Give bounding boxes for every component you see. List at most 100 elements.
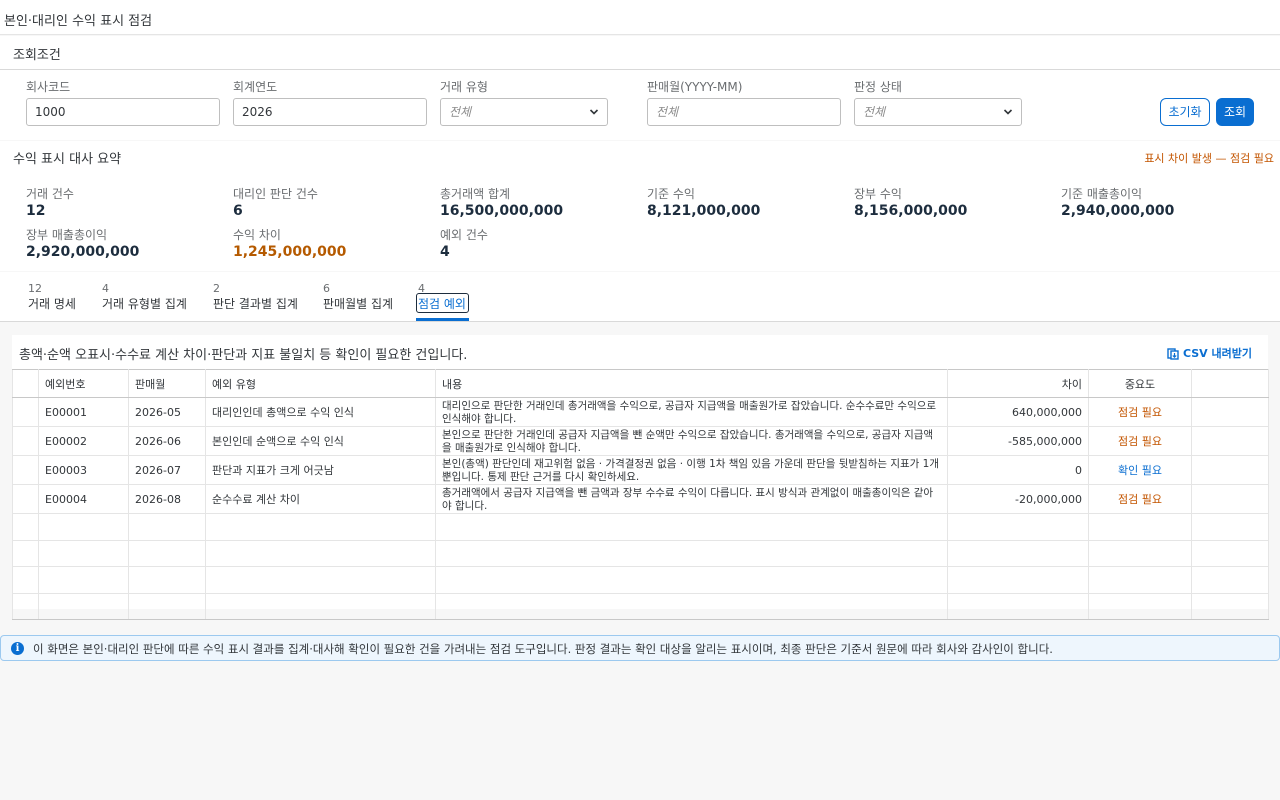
cell-filler — [1191, 455, 1269, 485]
cell-month: 2026-08 — [128, 484, 206, 514]
sale-month-field: 판매월(YYYY-MM) 전체 — [647, 78, 841, 126]
cell-type: 판단과 지표가 크게 어긋남 — [205, 455, 436, 485]
table-row[interactable]: E00004 2026-08 순수수료 계산 차이 총거래액에서 공급자 지급액… — [12, 484, 1269, 514]
filter-panel: 조회조건 회사코드 1000 회계연도 2026 거래 유형 전체 판매월(YY… — [0, 36, 1280, 140]
column-header-id[interactable]: 예외번호 — [38, 369, 129, 398]
verdict-status-value: 전체 — [863, 105, 886, 119]
kpi-label: 기준 매출총이익 — [1061, 187, 1143, 201]
kpi-value: 2,940,000,000 — [1061, 203, 1175, 219]
info-message-text: 이 화면은 본인·대리인 판단에 따른 수익 표시 결과를 집계·대사해 확인이… — [33, 642, 1053, 656]
summary-panel: 수익 표시 대사 요약 표시 차이 발생 — 점검 필요 거래 건수 12 대리… — [0, 141, 1280, 271]
tab-focus-ring — [416, 293, 469, 313]
kpi-agent-count: 대리인 판단 건수 6 — [233, 185, 318, 219]
kpi-deal-count: 거래 건수 12 — [26, 185, 74, 219]
column-header-severity[interactable]: 중요도 — [1088, 369, 1192, 398]
column-header-type[interactable]: 예외 유형 — [205, 369, 436, 398]
csv-download-label: CSV 내려받기 — [1182, 347, 1252, 360]
download-icon — [1167, 348, 1179, 360]
kpi-gross-total: 총거래액 합계 16,500,000,000 — [440, 185, 563, 219]
tab-bar: 12 거래 명세 4 거래 유형별 집계 2 판단 결과별 집계 6 판매월별 … — [0, 272, 1280, 322]
kpi-revenue-diff: 수익 차이 1,245,000,000 — [233, 226, 346, 260]
cell-type: 대리인인데 총액으로 수익 인식 — [205, 397, 436, 427]
tab-verdict-summary[interactable]: 2 판단 결과별 집계 — [213, 282, 298, 312]
tab-deal-type-summary[interactable]: 4 거래 유형별 집계 — [102, 282, 187, 312]
kpi-label: 거래 건수 — [26, 187, 74, 201]
row-selector[interactable] — [12, 484, 39, 514]
cell-filler — [1191, 397, 1269, 427]
exceptions-title: 총액·순액 오표시·수수료 계산 차이·판단과 지표 불일치 등 확인이 필요한… — [19, 348, 468, 363]
summary-warning: 표시 차이 발생 — 점검 필요 — [1144, 152, 1274, 165]
row-selector[interactable] — [12, 426, 39, 456]
filler-column-header — [1191, 369, 1269, 398]
cell-type: 본인인데 순액으로 수익 인식 — [205, 426, 436, 456]
kpi-label: 장부 수익 — [854, 187, 902, 201]
cell-filler — [1191, 426, 1269, 456]
select-column-header[interactable] — [12, 369, 39, 398]
tab-count: 12 — [28, 282, 42, 295]
exceptions-section: 총액·순액 오표시·수수료 계산 차이·판단과 지표 불일치 등 확인이 필요한… — [0, 323, 1280, 623]
tab-deal-details[interactable]: 12 거래 명세 — [28, 282, 76, 312]
cell-type: 순수수료 계산 차이 — [205, 484, 436, 514]
kpi-label: 예외 건수 — [440, 228, 488, 242]
empty-row — [12, 593, 1269, 620]
cell-id: E00004 — [38, 484, 129, 514]
cell-id: E00001 — [38, 397, 129, 427]
table-row[interactable]: E00003 2026-07 판단과 지표가 크게 어긋남 본인(총액) 판단인… — [12, 455, 1269, 485]
cell-diff: 0 — [947, 455, 1089, 485]
tab-label: 거래 유형별 집계 — [102, 297, 187, 311]
deal-type-label: 거래 유형 — [440, 80, 488, 94]
kpi-value: 16,500,000,000 — [440, 203, 564, 219]
divider — [0, 69, 1280, 70]
verdict-status-field: 판정 상태 전체 — [854, 78, 1022, 126]
summary-panel-title: 수익 표시 대사 요약 — [13, 152, 122, 167]
cell-diff: -20,000,000 — [947, 484, 1089, 514]
company-code-input[interactable]: 1000 — [26, 98, 220, 126]
tab-active-indicator — [416, 318, 469, 321]
deal-type-field: 거래 유형 전체 — [440, 78, 608, 126]
row-selector[interactable] — [12, 397, 39, 427]
sale-month-input[interactable]: 전체 — [647, 98, 841, 126]
empty-row — [12, 513, 1269, 541]
table-row[interactable]: E00001 2026-05 대리인인데 총액으로 수익 인식 대리인으로 판단… — [12, 397, 1269, 427]
verdict-status-label: 판정 상태 — [854, 80, 902, 94]
cell-id: E00003 — [38, 455, 129, 485]
empty-row — [12, 540, 1269, 567]
column-header-diff[interactable]: 차이 — [947, 369, 1089, 398]
cell-month: 2026-05 — [128, 397, 206, 427]
chevron-down-icon — [589, 109, 599, 115]
deal-type-value: 전체 — [449, 105, 472, 119]
csv-download-button[interactable]: CSV 내려받기 — [1167, 345, 1252, 361]
cell-month: 2026-06 — [128, 426, 206, 456]
company-code-field: 회사코드 1000 — [26, 78, 220, 126]
table-row[interactable]: E00002 2026-06 본인인데 순액으로 수익 인식 본인으로 판단한 … — [12, 426, 1269, 456]
kpi-label: 수익 차이 — [233, 228, 281, 242]
reset-button[interactable]: 초기화 — [1160, 98, 1210, 126]
kpi-label: 장부 매출총이익 — [26, 228, 108, 242]
kpi-value: 12 — [26, 203, 46, 219]
column-header-content[interactable]: 내용 — [435, 369, 948, 398]
cell-severity: 점검 필요 — [1088, 426, 1192, 456]
tab-label: 판단 결과별 집계 — [213, 297, 298, 311]
page-title: 본인·대리인 수익 표시 점검 — [4, 14, 153, 29]
cell-diff: 640,000,000 — [947, 397, 1089, 427]
page-header: 본인·대리인 수익 표시 점검 — [0, 0, 1280, 35]
column-header-month[interactable]: 판매월 — [128, 369, 206, 398]
cell-severity: 점검 필요 — [1088, 397, 1192, 427]
fiscal-year-field: 회계연도 2026 — [233, 78, 427, 126]
fiscal-year-label: 회계연도 — [233, 80, 278, 94]
deal-type-select[interactable]: 전체 — [440, 98, 608, 126]
cell-content: 본인(총액) 판단인데 재고위험 없음 · 가격결정권 없음 · 이행 1차 책… — [435, 455, 948, 485]
row-selector[interactable] — [12, 455, 39, 485]
info-message-strip: i 이 화면은 본인·대리인 판단에 따른 수익 표시 결과를 집계·대사해 확… — [0, 635, 1280, 661]
kpi-value: 4 — [440, 244, 450, 260]
fiscal-year-input[interactable]: 2026 — [233, 98, 427, 126]
verdict-status-select[interactable]: 전체 — [854, 98, 1022, 126]
tab-month-summary[interactable]: 6 판매월별 집계 — [323, 282, 393, 312]
kpi-label: 기준 수익 — [647, 187, 695, 201]
tab-count: 4 — [102, 282, 109, 295]
kpi-value: 1,245,000,000 — [233, 244, 347, 260]
kpi-value: 6 — [233, 203, 243, 219]
search-button[interactable]: 조회 — [1216, 98, 1254, 126]
kpi-label: 총거래액 합계 — [440, 187, 511, 201]
tab-count: 6 — [323, 282, 330, 295]
